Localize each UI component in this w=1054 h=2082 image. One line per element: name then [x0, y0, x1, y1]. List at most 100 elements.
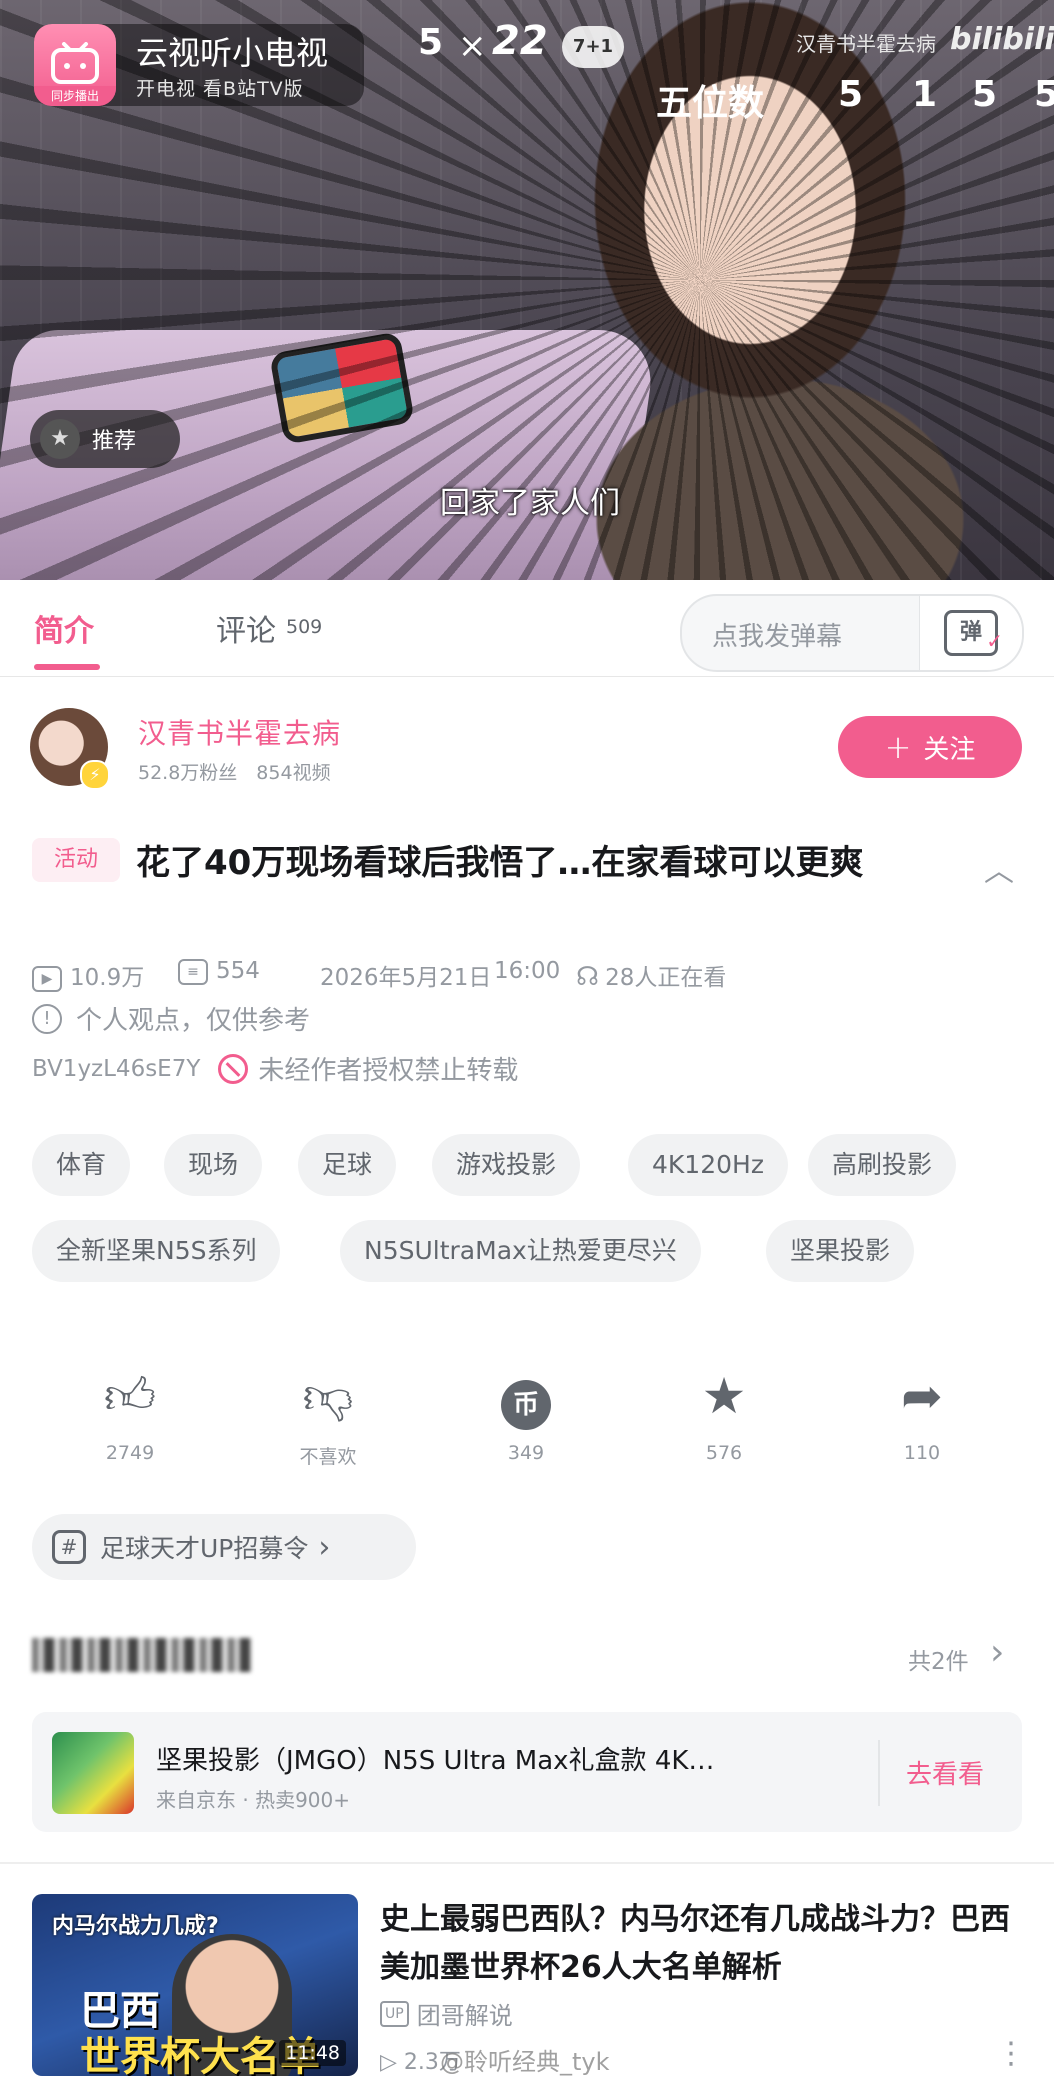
play-count-icon: ▶	[32, 965, 62, 992]
recommend-button[interactable]: ★ 推荐	[30, 410, 180, 468]
danmaku-count: ≡ 554	[178, 958, 260, 985]
favorite-button[interactable]: ★ 576	[664, 1368, 784, 1464]
dislike-icon: 👎︎	[302, 1367, 354, 1425]
share-button[interactable]: ➦ 110	[862, 1368, 982, 1464]
coin-count: 349	[507, 1442, 545, 1464]
tag-chip[interactable]: 足球	[298, 1134, 397, 1196]
speed-badge-icon: 7+1	[562, 26, 624, 68]
overlay-digit: 5	[838, 74, 864, 115]
tv-app-subtitle: 开电视 看B站TV版	[136, 78, 304, 100]
publish-time: 16:00	[494, 958, 561, 984]
tab-comments[interactable]: 评论	[216, 606, 276, 650]
forbid-icon	[218, 1053, 249, 1084]
play-count: ▶ 10.9万	[32, 958, 144, 992]
danmaku-input-box[interactable]: 点我发弹幕 弹 ✓	[680, 594, 1024, 672]
like-count: 2749	[105, 1442, 155, 1464]
overlay-digit: 1	[912, 74, 938, 115]
danmaku-count-icon: ≡	[178, 958, 208, 985]
tag-chip[interactable]: N5SUltraMax让热爱更尽兴	[340, 1220, 701, 1282]
viewers-icon: ☊	[576, 962, 600, 992]
danmaku-input[interactable]: 点我发弹幕	[712, 616, 842, 653]
bvid-line: BV1yzL46sE7Y 未经作者授权禁止转载	[32, 1050, 518, 1087]
bilibili-logo: bilibili	[950, 22, 1054, 57]
more-icon[interactable]: ⋮	[996, 2036, 1026, 2071]
viewers-now: ☊ 28人正在看	[576, 958, 726, 992]
goods-title: 坚果投影（JMGO）N5S Ultra Max礼盒款 4K…	[156, 1746, 715, 1776]
tag-chip[interactable]: 游戏投影	[432, 1134, 581, 1196]
overlay-digit: 5	[972, 74, 998, 115]
up-badge-icon: UP	[380, 2000, 409, 2027]
goods-card[interactable]: 坚果投影（JMGO）N5S Ultra Max礼盒款 4K… 来自京东 · 热卖…	[32, 1712, 1022, 1832]
play-count-icon: ▷	[380, 2050, 397, 2075]
coin-icon: 币	[466, 1368, 586, 1430]
topic-button[interactable]: # 足球天才UP招募令 ›	[32, 1514, 416, 1580]
overlay-multiply: ×	[458, 26, 487, 66]
uploader-name[interactable]: 汉青书半霍去病	[138, 712, 341, 752]
activity-badge[interactable]: 活动	[32, 838, 120, 882]
bvid[interactable]: BV1yzL46sE7Y	[32, 1056, 200, 1082]
tag-chip[interactable]: 现场	[164, 1134, 263, 1196]
plus-icon: +	[884, 728, 912, 766]
video-watermark-name: 汉青书半霍去病	[796, 32, 936, 56]
favorite-count: 576	[705, 1442, 743, 1464]
video-subtitle: 回家了家人们	[440, 486, 620, 521]
overlay-digit: 5	[1034, 74, 1054, 115]
chevron-up-icon[interactable]: ︿	[984, 846, 1014, 890]
viewers-value: 28人正在看	[605, 965, 727, 991]
goods-view-button[interactable]: 去看看	[906, 1754, 984, 1791]
share-icon: ➦	[901, 1367, 943, 1425]
thumbnail-caption-top: 内马尔战力几成?	[52, 1914, 219, 1939]
overlay-number-left: 5	[418, 22, 444, 63]
copyright-notice: 未经作者授权禁止转载	[258, 1056, 519, 1086]
video-duration: 11:48	[279, 2040, 346, 2066]
goods-count[interactable]: 共2件	[908, 1642, 969, 1676]
goods-source: 来自京东 · 热卖900+	[156, 1788, 351, 1812]
tag-chip[interactable]: 坚果投影	[766, 1220, 915, 1282]
danmaku-icon-label: 弹	[959, 620, 982, 645]
overlay-number-right: 22	[492, 18, 548, 64]
tag-chip[interactable]: 4K120Hz	[628, 1134, 788, 1196]
comments-count: 509	[286, 616, 323, 638]
notice-line: ! 个人观点，仅供参考	[32, 1000, 310, 1037]
follow-label: 关注	[923, 734, 976, 765]
divider	[0, 1862, 1054, 1864]
follow-button[interactable]: + 关注	[838, 716, 1022, 778]
related-video-title[interactable]: 史上最弱巴西队？内马尔还有几成战斗力？巴西美加墨世界杯26人大名单解析	[380, 1896, 1020, 1992]
coin-button[interactable]: 币 349	[466, 1368, 586, 1464]
publish-date: 2026年5月21日	[320, 965, 492, 991]
favorite-icon: ★	[701, 1367, 747, 1425]
tab-intro[interactable]: 简介	[34, 606, 94, 650]
tag-chip[interactable]: 体育	[32, 1134, 131, 1196]
goods-thumbnail	[52, 1732, 134, 1814]
play-count-value: 10.9万	[70, 965, 145, 991]
topic-label: 足球天才UP招募令	[100, 1534, 309, 1563]
share-count: 110	[903, 1442, 941, 1464]
goods-header-blurred	[32, 1638, 252, 1672]
video-player[interactable]: 同步播出 云视听小电视 开电视 看B站TV版 5 × 22 7+1 汉青书半霍去…	[0, 0, 1054, 580]
danmaku-toggle-button[interactable]: 弹 ✓	[919, 596, 1022, 670]
uploader-stats: 52.8万粉丝 854视频	[138, 762, 331, 784]
image-watermark: @聆听经典_tyk	[440, 2048, 610, 2076]
video-title: 花了40万现场看球后我悟了…在家看球可以更爽	[136, 843, 864, 883]
chevron-right-icon[interactable]: ›	[990, 1632, 1004, 1673]
chevron-right-icon: ›	[318, 1529, 331, 1565]
like-icon: 👍︎	[103, 1367, 157, 1425]
recommend-icon: ★	[40, 419, 80, 459]
related-video-thumbnail[interactable]: 内马尔战力几成? 巴西 世界杯大名单 11:48	[32, 1894, 358, 2076]
overlay-label: 五位数	[656, 83, 765, 124]
dislike-button[interactable]: 👎︎ 不喜欢	[268, 1368, 388, 1469]
related-uploader-name: 团哥解说	[416, 2002, 513, 2030]
topic-icon: #	[52, 1530, 86, 1564]
like-button[interactable]: 👍︎ 2749	[70, 1368, 190, 1464]
related-video-uploader[interactable]: UP 团哥解说	[380, 1996, 513, 2031]
recommend-label: 推荐	[92, 429, 137, 454]
dislike-label: 不喜欢	[299, 1446, 357, 1468]
tag-chip[interactable]: 全新坚果N5S系列	[32, 1220, 281, 1282]
danmaku-icon: 弹 ✓	[944, 610, 1003, 656]
danmaku-count-value: 554	[216, 958, 260, 984]
tag-chip[interactable]: 高刷投影	[808, 1134, 957, 1196]
tv-app-badge: 同步播出	[34, 86, 116, 106]
verified-badge-icon: ⚡	[80, 760, 110, 790]
notice-text: 个人观点，仅供参考	[76, 1006, 311, 1036]
tab-bar: 简介 评论 509 点我发弹幕 弹 ✓	[0, 580, 1054, 677]
